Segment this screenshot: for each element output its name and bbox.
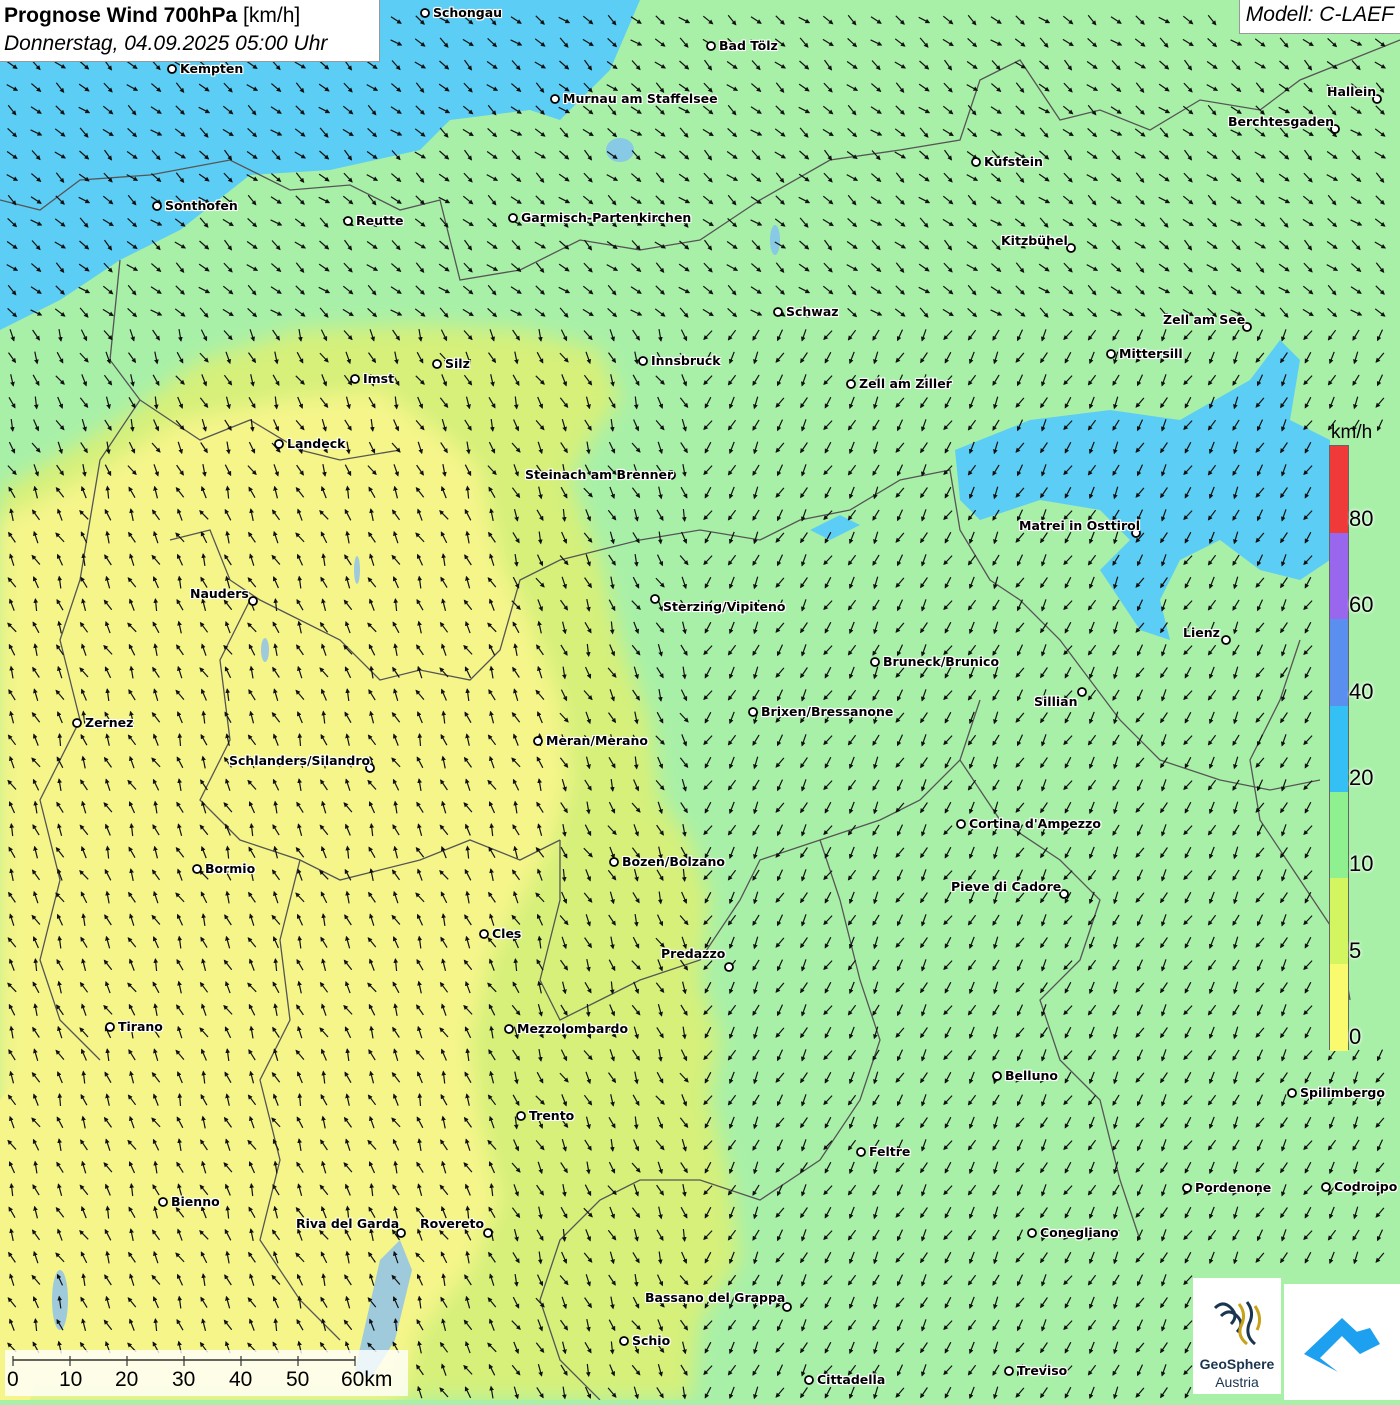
city-dot xyxy=(1321,1182,1331,1192)
city-dot xyxy=(1131,528,1141,538)
city-dot xyxy=(72,718,82,728)
forecast-datetime: Donnerstag, 04.09.2025 05:00 Uhr xyxy=(4,32,328,55)
legend-label-20: 20 xyxy=(1349,765,1374,790)
geosphere-logo[interactable]: GeoSphere Austria xyxy=(1193,1278,1281,1394)
city-dot xyxy=(483,1228,493,1238)
city-dot xyxy=(550,94,560,104)
city-dot xyxy=(619,1336,629,1346)
city-dot xyxy=(274,439,284,449)
legend-label-40: 40 xyxy=(1349,679,1374,704)
city-dot xyxy=(1106,349,1116,359)
city-dot xyxy=(1077,687,1087,697)
scale-label-50: 50 xyxy=(286,1368,310,1391)
city-dot xyxy=(158,1197,168,1207)
city-dot xyxy=(1004,1366,1014,1376)
city-dot xyxy=(804,1375,814,1385)
city-dot xyxy=(748,707,758,717)
city-dot xyxy=(971,157,981,167)
legend-band xyxy=(1330,791,1348,879)
scale-label-40: 40 xyxy=(229,1368,253,1391)
city-dot xyxy=(152,201,162,211)
legend-label-10: 10 xyxy=(1349,851,1374,876)
city-dot xyxy=(396,1228,406,1238)
city-dot xyxy=(508,213,518,223)
legend-band xyxy=(1330,705,1348,792)
city-dot xyxy=(773,307,783,317)
city-dot xyxy=(870,657,880,667)
legend-label-5: 5 xyxy=(1349,938,1362,963)
city-dot xyxy=(350,374,360,384)
city-dot xyxy=(638,356,648,366)
city-dot xyxy=(1242,322,1252,332)
scale-label-20: 20 xyxy=(115,1368,139,1391)
mountain-icon xyxy=(1304,1318,1380,1372)
city-dot xyxy=(248,596,258,606)
city-dot xyxy=(167,64,177,74)
scale-label-60km: 60km xyxy=(341,1368,393,1391)
title-bold: Prognose Wind 700hPa xyxy=(4,4,238,27)
city-dot xyxy=(420,8,430,18)
city-dot xyxy=(666,470,676,480)
city-dot xyxy=(479,929,489,939)
city-dot xyxy=(1221,635,1231,645)
model-label: Modell: C-LAEF xyxy=(1238,0,1400,34)
city-dot xyxy=(609,857,619,867)
city-dot xyxy=(846,379,856,389)
city-dot xyxy=(1066,243,1076,253)
city-dot xyxy=(365,763,375,773)
legend-label-60: 60 xyxy=(1349,592,1374,617)
city-dot xyxy=(992,1071,1002,1081)
scale-label-10: 10 xyxy=(59,1368,83,1391)
city-dot xyxy=(192,864,202,874)
city-dot xyxy=(432,359,442,369)
city-dot xyxy=(782,1302,792,1312)
legend-band xyxy=(1330,619,1348,706)
city-dot xyxy=(856,1147,866,1157)
geosphere-icon xyxy=(1213,1301,1262,1346)
app-logo[interactable] xyxy=(1284,1284,1400,1400)
title-box: Prognose Wind 700hPa [km/h] Donnerstag, … xyxy=(0,0,380,62)
legend-band xyxy=(1330,533,1348,620)
city-dot xyxy=(516,1111,526,1121)
city-dot xyxy=(1287,1088,1297,1098)
legend-band xyxy=(1330,446,1348,533)
city-dot xyxy=(1372,94,1382,104)
title-unit: [km/h] xyxy=(237,4,301,27)
city-dot xyxy=(724,962,734,972)
legend-unit: km/h xyxy=(1331,422,1373,443)
city-dot xyxy=(105,1022,115,1032)
city-dot xyxy=(1330,124,1340,134)
geosphere-text: GeoSphere xyxy=(1199,1356,1275,1372)
city-dot xyxy=(650,594,660,604)
city-dot xyxy=(1027,1228,1037,1238)
city-dot xyxy=(706,41,716,51)
scale-label-30: 30 xyxy=(172,1368,196,1391)
city-dot xyxy=(343,216,353,226)
legend-band xyxy=(1330,964,1348,1051)
wind-map xyxy=(0,0,1400,1400)
legend-colorbar xyxy=(1329,445,1349,1051)
austria-text: Austria xyxy=(1215,1374,1259,1390)
legend-label-0: 0 xyxy=(1349,1024,1362,1049)
legend-label-80: 80 xyxy=(1349,506,1374,531)
city-dot xyxy=(956,819,966,829)
scale-label-0: 0 xyxy=(7,1368,19,1391)
page-title: Prognose Wind 700hPa [km/h] xyxy=(4,2,375,30)
legend-band xyxy=(1330,878,1348,965)
city-dot xyxy=(1059,889,1069,899)
city-dot xyxy=(1182,1183,1192,1193)
scale-bar: 0 10 20 30 40 50 60km xyxy=(5,1350,408,1396)
city-dot xyxy=(504,1024,514,1034)
city-dot xyxy=(533,736,543,746)
